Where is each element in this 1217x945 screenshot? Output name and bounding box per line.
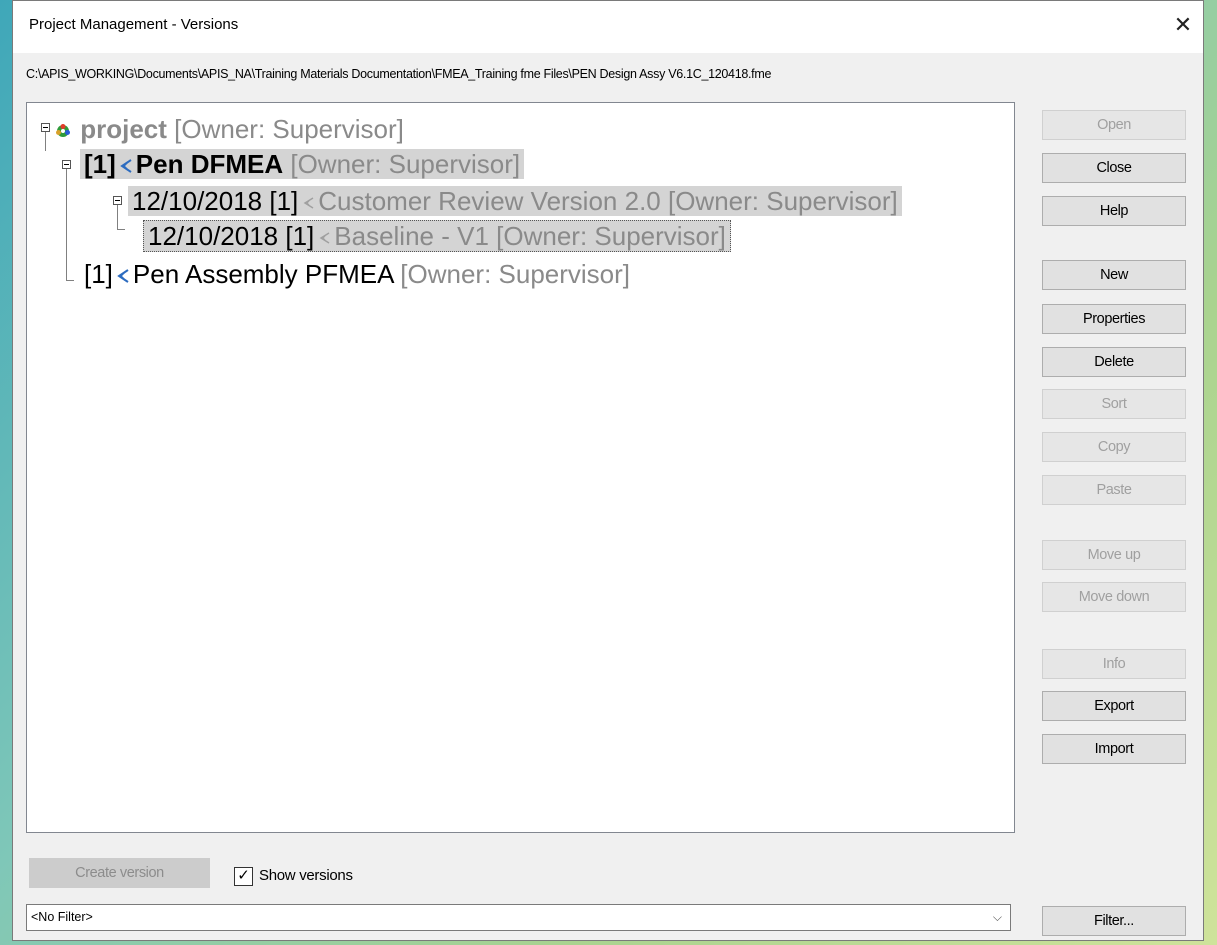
filter-button[interactable]: Filter... [1042,906,1186,936]
tree-node-project[interactable]: project [Owner: Supervisor] [53,113,404,145]
move-up-button[interactable]: Move up [1042,540,1186,570]
paste-button[interactable]: Paste [1042,475,1186,505]
title-bar: Project Management - Versions ✕ [13,1,1203,53]
customer-review-name: Customer Review Version 2.0 [318,186,661,216]
dfmea-prefix: [1] [84,149,116,179]
collapse-customer-review-icon[interactable] [113,196,122,205]
info-button[interactable]: Info [1042,649,1186,679]
show-versions-checkbox[interactable]: ✓ [234,867,253,886]
move-down-button[interactable]: Move down [1042,582,1186,612]
tree-connector [66,169,67,280]
export-button[interactable]: Export [1042,691,1186,721]
tree-connector [117,229,125,230]
collapse-project-icon[interactable] [41,123,50,132]
fmea-icon [119,159,132,173]
import-button[interactable]: Import [1042,734,1186,764]
open-button[interactable]: Open [1042,110,1186,140]
help-button[interactable]: Help [1042,196,1186,226]
versions-dialog: Project Management - Versions ✕ C:\APIS_… [12,0,1204,941]
tree-node-pen-dfmea[interactable]: [1] Pen DFMEA [Owner: Supervisor] [80,148,525,180]
close-window-icon[interactable]: ✕ [1169,11,1197,39]
close-button[interactable]: Close [1042,153,1186,183]
copy-button[interactable]: Copy [1042,432,1186,462]
delete-button[interactable]: Delete [1042,347,1186,377]
version-icon [319,232,330,244]
filter-dropdown[interactable]: <No Filter> ⌵ [26,904,1011,931]
version-icon [303,197,314,209]
tree-connector [117,205,118,229]
baseline-owner: [Owner: Supervisor] [496,221,726,251]
dfmea-owner: [Owner: Supervisor] [290,149,521,179]
baseline-prefix: 12/10/2018 [1] [148,221,315,251]
customer-review-prefix: 12/10/2018 [1] [132,186,299,216]
tree-connector [45,131,46,151]
pfmea-owner: [Owner: Supervisor] [400,259,631,289]
tree-connector [66,280,74,281]
project-name: project [80,114,167,144]
file-path-label: C:\APIS_WORKING\Documents\APIS_NA\Traini… [26,67,772,81]
version-tree[interactable]: project [Owner: Supervisor] [1] Pen DFMEA… [26,102,1015,833]
tree-node-pen-assembly-pfmea[interactable]: [1] Pen Assembly PFMEA [Owner: Supervisor… [84,258,630,290]
window-title: Project Management - Versions [29,16,239,33]
sort-button[interactable]: Sort [1042,389,1186,419]
chevron-down-icon[interactable]: ⌵ [993,905,1002,930]
show-versions-label: Show versions [259,867,353,884]
fmea-icon [117,269,129,283]
project-icon [56,124,70,138]
collapse-dfmea-icon[interactable] [62,160,71,169]
customer-review-owner: [Owner: Supervisor] [667,186,898,216]
pfmea-name: Pen Assembly PFMEA [132,259,394,289]
baseline-name: Baseline - V1 [334,221,489,251]
dfmea-name: Pen DFMEA [135,149,284,179]
pfmea-prefix: [1] [84,259,113,289]
project-owner: [Owner: Supervisor] [174,114,404,144]
properties-button[interactable]: Properties [1042,304,1186,334]
create-version-button[interactable]: Create version [29,858,210,888]
tree-node-customer-review[interactable]: 12/10/2018 [1] Customer Review Version 2.… [128,185,902,217]
tree-node-baseline[interactable]: 12/10/2018 [1] Baseline - V1 [Owner: Supe… [143,220,731,252]
new-button[interactable]: New [1042,260,1186,290]
filter-value: <No Filter> [31,910,93,924]
